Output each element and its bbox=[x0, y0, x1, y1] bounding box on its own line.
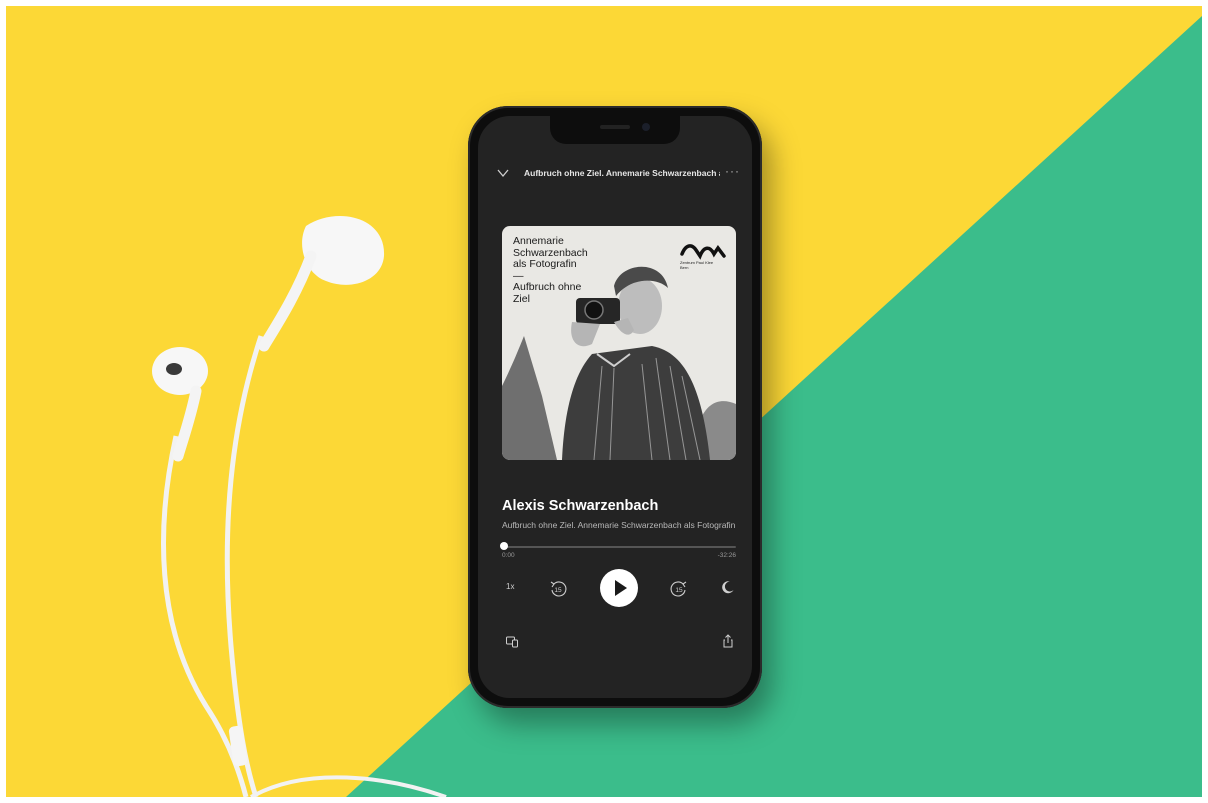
smartphone: Aufbruch ohne Ziel. Annemarie Schwarzenb… bbox=[468, 106, 762, 708]
time-remaining: -32:26 bbox=[717, 552, 736, 559]
progress-bar[interactable] bbox=[504, 546, 736, 548]
logo-caption: Zentrum Paul Klee Bern bbox=[680, 260, 720, 270]
playback-speed-button[interactable]: 1x bbox=[506, 582, 514, 591]
progress-handle[interactable] bbox=[500, 542, 508, 550]
episode-title: Aufbruch ohne Ziel. Annemarie Schwarzenb… bbox=[524, 168, 720, 178]
play-button[interactable] bbox=[600, 569, 638, 607]
notch bbox=[550, 116, 680, 144]
time-elapsed: 0:00 bbox=[502, 552, 515, 559]
podcast-cover-art: Annemarie Schwarzenbach als Fotografin —… bbox=[502, 226, 736, 460]
sleep-timer-moon-icon[interactable] bbox=[721, 580, 735, 594]
skip-forward-label: 15 bbox=[675, 587, 683, 594]
cover-title-text: Annemarie Schwarzenbach als Fotografin —… bbox=[513, 235, 623, 305]
skip-forward-15-icon[interactable]: 15 bbox=[669, 578, 689, 598]
more-icon[interactable]: ··· bbox=[725, 164, 740, 178]
scene-background: Aufbruch ohne Ziel. Annemarie Schwarzenb… bbox=[6, 6, 1202, 797]
cover-line: als Fotografin bbox=[513, 258, 577, 270]
skip-back-15-icon[interactable]: 15 bbox=[548, 578, 568, 598]
track-subtitle: Aufbruch ohne Ziel. Annemarie Schwarzenb… bbox=[502, 520, 736, 530]
skip-back-label: 15 bbox=[554, 587, 562, 594]
cover-line: Aufbruch ohne bbox=[513, 281, 582, 293]
player-top-bar: Aufbruch ohne Ziel. Annemarie Schwarzenb… bbox=[478, 164, 752, 184]
track-title: Alexis Schwarzenbach bbox=[502, 498, 659, 514]
logo-caption-line: Bern bbox=[680, 265, 689, 270]
playback-controls: 1x 15 15 bbox=[478, 568, 752, 608]
player-bottom-bar bbox=[478, 632, 752, 652]
share-icon[interactable] bbox=[722, 634, 734, 648]
podcast-player-screen: Aufbruch ohne Ziel. Annemarie Schwarzenb… bbox=[478, 116, 752, 698]
cover-line: Annemarie bbox=[513, 235, 564, 247]
cover-line: Ziel bbox=[513, 292, 530, 305]
devices-icon[interactable] bbox=[506, 636, 518, 648]
chevron-down-icon[interactable] bbox=[496, 166, 510, 180]
play-icon bbox=[615, 580, 627, 596]
